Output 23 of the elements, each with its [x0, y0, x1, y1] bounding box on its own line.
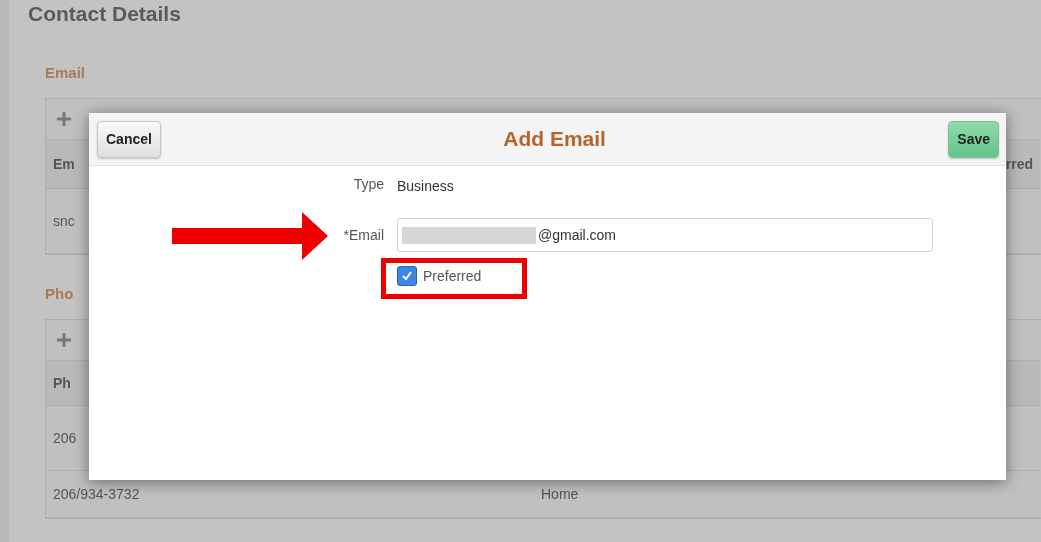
page-title: Contact Details: [28, 2, 182, 27]
email-input[interactable]: @gmail.com: [397, 218, 933, 252]
dialog-title: Add Email: [503, 127, 606, 151]
save-button[interactable]: Save: [948, 120, 999, 158]
arrow-icon: [172, 212, 328, 260]
table-cell: snc: [53, 213, 75, 229]
add-icon[interactable]: [56, 332, 72, 348]
section-heading: Pho: [45, 285, 75, 304]
section-heading: Email: [45, 64, 87, 83]
table-cell: 206/934-3732: [53, 486, 140, 502]
table-cell: 206: [53, 430, 77, 446]
field-label: Type: [353, 176, 384, 194]
checkbox-label: Preferred: [423, 268, 482, 284]
add-icon[interactable]: [56, 111, 72, 127]
field-label: *Email: [343, 227, 384, 243]
checkbox[interactable]: [397, 266, 417, 286]
column-header: Ph: [53, 375, 71, 391]
check-icon: [401, 270, 413, 282]
column-header: rred: [1005, 156, 1033, 172]
column-header: Em: [53, 156, 75, 172]
table-cell: Home: [541, 486, 579, 502]
field-value: Business: [397, 178, 455, 194]
cancel-button[interactable]: Cancel: [97, 120, 161, 158]
